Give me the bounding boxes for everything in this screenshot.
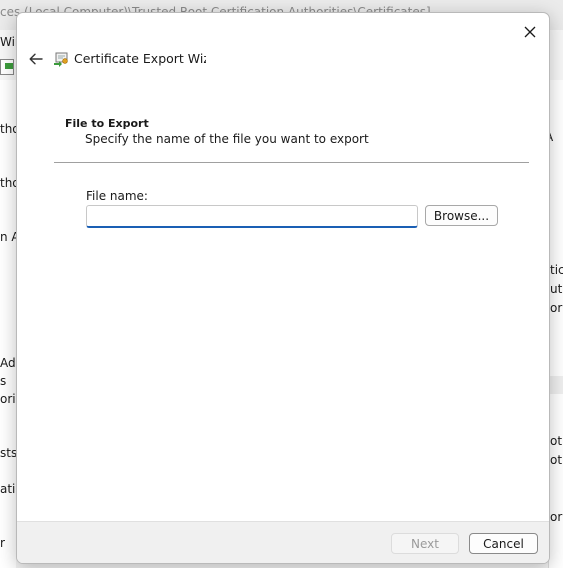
tree-item-fragment[interactable]: ori xyxy=(0,392,16,406)
next-button[interactable]: Next xyxy=(391,533,459,554)
cancel-button[interactable]: Cancel xyxy=(469,533,538,554)
list-item-fragment[interactable]: ori xyxy=(550,510,563,524)
list-item-fragment[interactable]: orp xyxy=(550,301,563,315)
back-button[interactable] xyxy=(23,49,49,69)
file-name-input[interactable] xyxy=(86,205,418,228)
file-name-label: File name: xyxy=(86,189,148,203)
list-item-fragment[interactable]: uth xyxy=(550,282,563,296)
tree-item-fragment[interactable]: r xyxy=(0,536,5,550)
certificate-export-wizard-dialog: Certificate Export Wizard File to Export… xyxy=(16,12,550,564)
browse-button[interactable]: Browse... xyxy=(425,205,498,226)
wizard-title: Certificate Export Wizard xyxy=(74,51,206,66)
toolbar-export-icon[interactable] xyxy=(0,59,14,75)
background-list-pane xyxy=(548,80,563,568)
close-icon xyxy=(524,26,536,38)
certificate-icon xyxy=(54,52,68,67)
wizard-footer: Next Cancel xyxy=(17,521,549,563)
list-row-highlight xyxy=(549,376,563,394)
back-arrow-icon xyxy=(29,53,43,65)
tree-item-fragment[interactable]: s xyxy=(0,374,6,388)
header-divider xyxy=(54,162,529,163)
section-description: Specify the name of the file you want to… xyxy=(85,132,369,146)
list-item-fragment[interactable]: ot xyxy=(550,453,562,467)
close-button[interactable] xyxy=(517,19,543,45)
list-item-fragment[interactable]: ticı xyxy=(550,263,563,277)
tree-item-fragment[interactable]: sts xyxy=(0,446,17,460)
list-item-fragment[interactable]: ot xyxy=(550,434,562,448)
section-title: File to Export xyxy=(65,117,149,130)
